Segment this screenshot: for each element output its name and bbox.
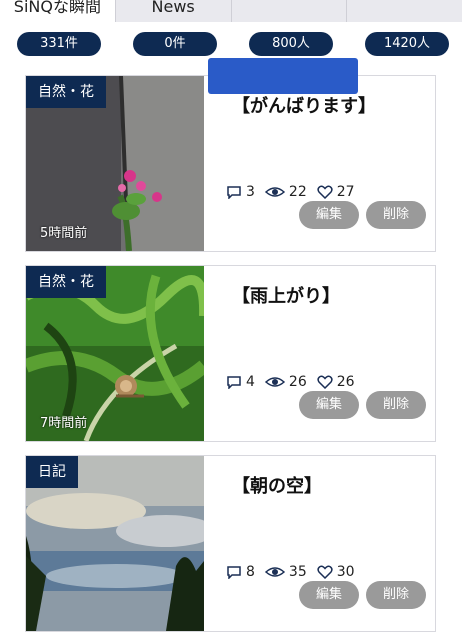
time-ago: 7時間前 [40, 416, 88, 431]
category-badge: 自然・花 [26, 266, 106, 298]
post-thumbnail[interactable]: 自然・花 7時間前 [26, 266, 204, 441]
post-stats: 3 22 27 [226, 184, 365, 200]
eye-icon [264, 567, 285, 577]
comment-icon [227, 376, 241, 389]
comment-icon [227, 566, 241, 579]
edit-button[interactable]: 編集 [299, 201, 359, 229]
count-pills: 331件 0件 800人 1420人 [0, 32, 462, 56]
tab-sinq-moments[interactable]: SiNQな瞬間 [0, 0, 116, 22]
like-count: 30 [336, 564, 355, 580]
edit-button[interactable]: 編集 [299, 581, 359, 609]
post-card[interactable]: 自然・花 7時間前 【雨上がり】 4 26 26 編集 削除 [25, 265, 436, 442]
comment-count: 3 [246, 184, 255, 200]
count-pill[interactable]: 1420人 [365, 32, 449, 56]
category-badge: 自然・花 [26, 76, 106, 108]
post-card[interactable]: 自然・花 5時間前 【がんばります】 3 22 27 編集 削除 [25, 75, 436, 252]
tab-label: SiNQな瞬間 [13, 0, 101, 16]
tab-4[interactable] [347, 0, 462, 22]
view-count: 26 [288, 374, 307, 390]
count-pill[interactable]: 0件 [133, 32, 217, 56]
delete-button[interactable]: 削除 [366, 391, 426, 419]
count-pill[interactable]: 331件 [17, 32, 101, 56]
like-count: 26 [336, 374, 355, 390]
tab-3[interactable] [232, 0, 348, 22]
redaction-block [208, 58, 358, 94]
heart-icon [317, 375, 333, 389]
count-pill[interactable]: 800人 [249, 32, 333, 56]
heart-icon [317, 185, 333, 199]
post-title: 【雨上がり】 [232, 286, 340, 307]
view-count: 35 [288, 564, 307, 580]
delete-button[interactable]: 削除 [366, 201, 426, 229]
comment-count: 4 [246, 374, 255, 390]
post-thumbnail[interactable]: 日記 [26, 456, 204, 631]
time-ago: 5時間前 [40, 226, 88, 241]
post-thumbnail[interactable]: 自然・花 5時間前 [26, 76, 204, 251]
like-count: 27 [336, 184, 355, 200]
post-stats: 4 26 26 [226, 374, 365, 390]
tab-news[interactable]: News [116, 0, 232, 22]
view-count: 22 [288, 184, 307, 200]
post-card[interactable]: 日記 【朝の空】 8 35 30 編集 削除 [25, 455, 436, 632]
heart-icon [317, 565, 333, 579]
delete-button[interactable]: 削除 [366, 581, 426, 609]
edit-button[interactable]: 編集 [299, 391, 359, 419]
post-title: 【朝の空】 [232, 476, 322, 497]
comment-icon [227, 186, 241, 199]
eye-icon [264, 377, 285, 387]
post-title: 【がんばります】 [232, 96, 376, 117]
tab-label: News [151, 0, 195, 16]
category-badge: 日記 [26, 456, 78, 488]
post-stats: 8 35 30 [226, 564, 365, 580]
comment-count: 8 [246, 564, 255, 580]
eye-icon [264, 187, 285, 197]
top-tab-bar: SiNQな瞬間 News [0, 0, 462, 22]
